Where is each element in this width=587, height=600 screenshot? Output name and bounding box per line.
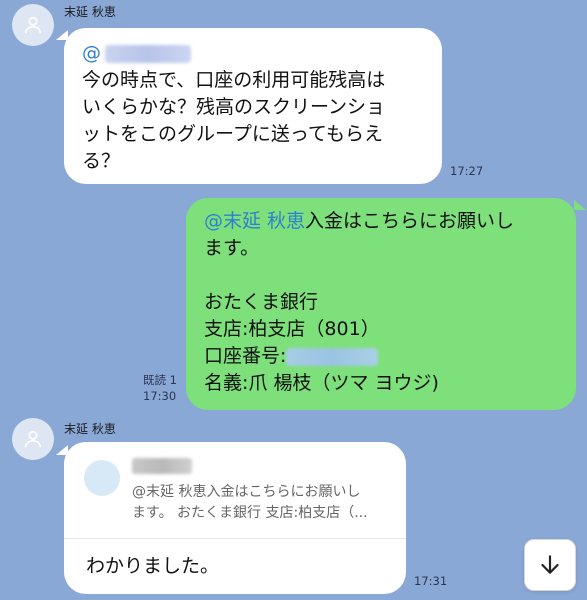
timestamp: 17:30 — [143, 389, 177, 403]
quote-text: @末延 秋恵入金はこちらにお願いし ます。 おたくま銀行 支店:柏支店（... — [132, 484, 368, 521]
message-text: わかりました。 — [86, 555, 220, 577]
account-label: 口座番号: — [204, 345, 287, 367]
mention[interactable]: @ — [82, 42, 101, 64]
message-text: @末延 秋恵入金はこちらにお願いし ます。 おたくま銀行 支店:柏支店（801）… — [204, 210, 515, 394]
message-bubble[interactable]: @末延 秋恵入金はこちらにお願いし ます。 おたくま銀行 支店:柏支店（... … — [64, 442, 406, 594]
arrow-down-icon — [541, 555, 559, 574]
timestamp: 17:31 — [414, 574, 448, 588]
message-bubble[interactable]: @末延 秋恵入金はこちらにお願いし ます。 おたくま銀行 支店:柏支店（801）… — [186, 198, 576, 410]
avatar[interactable] — [12, 4, 54, 46]
avatar[interactable] — [12, 418, 54, 460]
message-bubble[interactable]: @ 今の時点で、口座の利用可能残高は いくらかな？残高のスクリーンショ ットをこ… — [64, 28, 442, 184]
sender-name: 末延 秋恵 — [64, 5, 116, 19]
message-text: @ 今の時点で、口座の利用可能残高は いくらかな？残高のスクリーンショ ットをこ… — [82, 42, 386, 172]
account-holder: 名義:爪 楊枝（ツマ ヨウジ) — [204, 372, 439, 394]
person-icon — [24, 16, 42, 34]
scroll-to-bottom-button[interactable] — [524, 539, 576, 591]
redacted-quote-sender — [132, 458, 192, 474]
timestamp: 17:27 — [450, 164, 484, 178]
quote-avatar — [84, 460, 120, 496]
redacted-account-number — [286, 347, 379, 366]
redacted-name — [105, 44, 191, 63]
reply-quote[interactable]: @末延 秋恵入金はこちらにお願いし ます。 おたくま銀行 支店:柏支店（... — [64, 442, 406, 539]
read-status: 既読 1 — [143, 373, 177, 387]
person-icon — [24, 430, 42, 448]
sender-name: 末延 秋恵 — [64, 422, 116, 436]
bubble-tail — [574, 200, 586, 210]
mention[interactable]: @末延 秋恵 — [204, 210, 305, 232]
